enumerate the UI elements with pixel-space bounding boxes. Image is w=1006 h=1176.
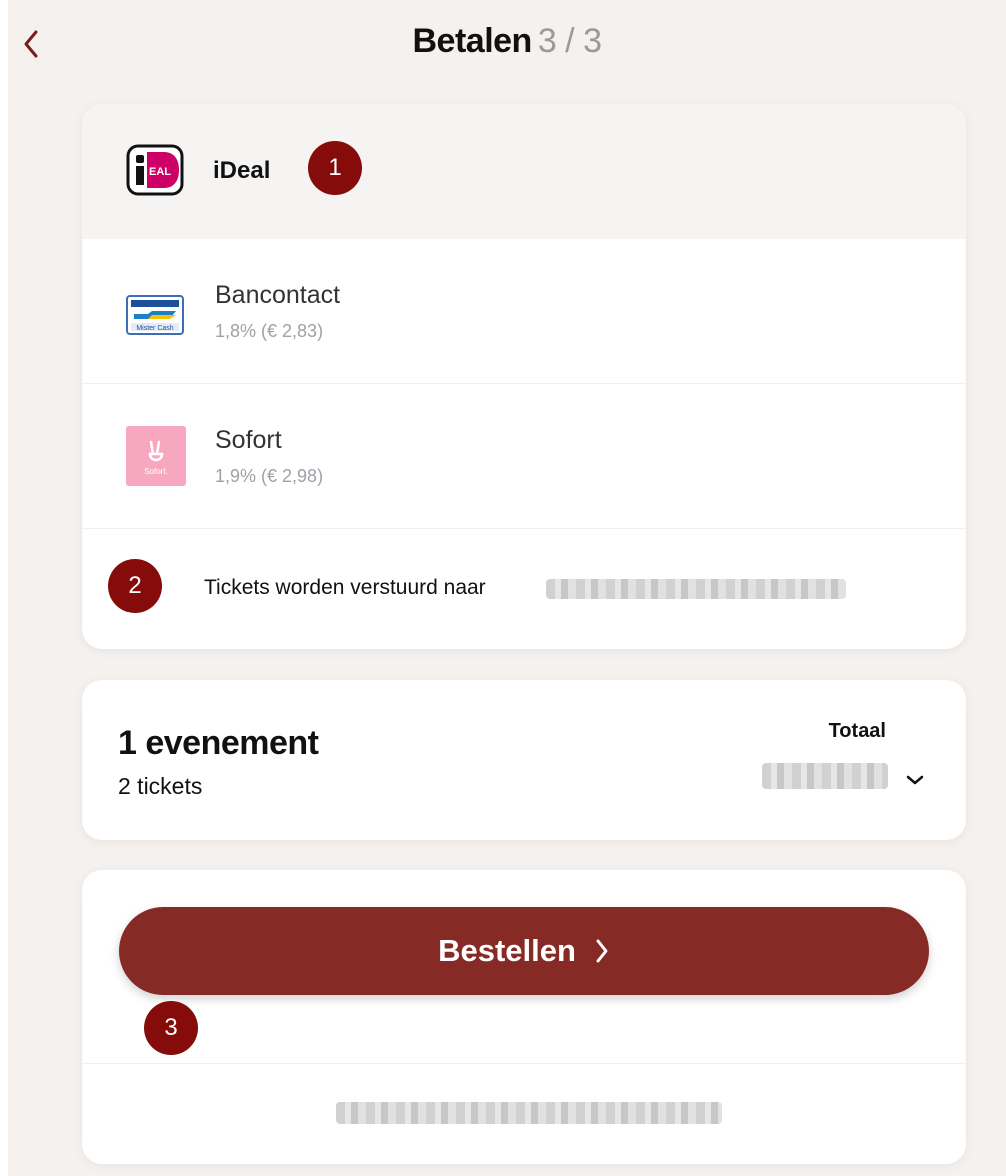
payment-option-ideal[interactable]: EAL iDeal 1 <box>82 104 966 239</box>
total-label: Totaal <box>828 720 886 742</box>
order-summary-card: 1 evenement 2 tickets Totaal <box>82 680 966 840</box>
email-notice: 2 Tickets worden verstuurd naar <box>82 529 966 649</box>
order-button[interactable]: Bestellen <box>119 907 929 995</box>
annotation-badge-2: 2 <box>108 559 162 613</box>
left-edge <box>0 0 8 1176</box>
annotation-badge-3: 3 <box>144 1001 198 1055</box>
divider <box>82 1063 966 1064</box>
svg-text:Sofort.: Sofort. <box>144 467 168 476</box>
payment-option-label: Sofort <box>215 426 282 454</box>
page-header: Betalen 3 / 3 <box>8 0 1006 88</box>
payment-option-label: iDeal <box>213 157 271 184</box>
svg-text:Mister Cash: Mister Cash <box>136 325 173 332</box>
email-notice-text: Tickets worden verstuurd naar <box>204 576 486 599</box>
chevron-down-icon[interactable] <box>904 772 926 788</box>
redacted-total-amount <box>762 763 888 789</box>
page-title-text: Betalen <box>412 22 533 60</box>
ideal-logo-icon: EAL <box>126 144 184 196</box>
sofort-logo-icon: Sofort. <box>126 426 186 486</box>
annotation-badge-1: 1 <box>308 141 362 195</box>
step-indicator: 3 / 3 <box>537 22 602 60</box>
order-card: Bestellen 3 <box>82 870 966 1164</box>
payment-option-fee: 1,9% (€ 2,98) <box>215 466 324 486</box>
chevron-right-icon <box>594 937 610 965</box>
payment-methods-card: EAL iDeal 1 Mister Cash Bancontact 1,8% … <box>82 104 966 649</box>
event-count: 1 evenement <box>118 724 319 762</box>
payment-option-label: Bancontact <box>215 281 341 309</box>
payment-option-fee: 1,8% (€ 2,83) <box>215 321 324 341</box>
order-button-label: Bestellen <box>438 933 576 968</box>
payment-option-bancontact[interactable]: Mister Cash Bancontact 1,8% (€ 2,83) <box>82 239 966 384</box>
ticket-count: 2 tickets <box>118 773 203 799</box>
svg-text:EAL: EAL <box>149 166 171 178</box>
payment-option-sofort[interactable]: Sofort. Sofort 1,9% (€ 2,98) <box>82 384 966 529</box>
redacted-email <box>546 579 846 599</box>
page-title: Betalen 3 / 3 <box>8 22 1006 61</box>
bancontact-logo-icon: Mister Cash <box>126 295 184 335</box>
redacted-footer-text <box>336 1102 722 1124</box>
